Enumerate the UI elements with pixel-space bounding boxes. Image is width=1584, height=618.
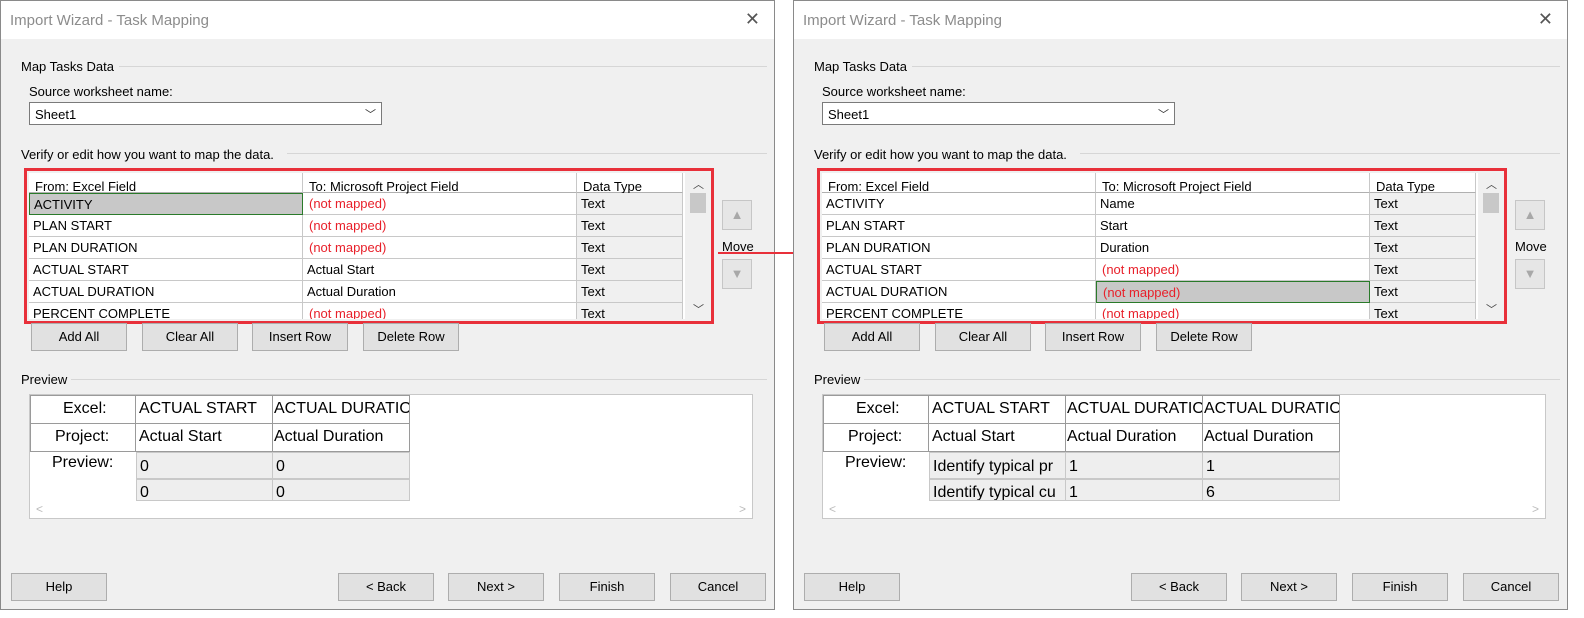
help-button[interactable]: Help	[804, 573, 900, 601]
source-worksheet-label: Source worksheet name:	[822, 84, 966, 99]
section-title: Map Tasks Data	[21, 59, 114, 74]
back-button[interactable]: < Back	[1131, 573, 1227, 601]
import-wizard-dialog-before: Import Wizard - Task Mapping ✕ Map Tasks…	[0, 0, 775, 610]
preview-row-label: Preview:	[823, 451, 930, 501]
preview-data-cell: 1	[1202, 452, 1340, 479]
close-icon[interactable]: ✕	[745, 9, 760, 30]
clear-all-button[interactable]: Clear All	[935, 323, 1031, 351]
selected-sheet: Sheet1	[828, 107, 870, 122]
scroll-right-icon[interactable]: >	[1532, 502, 1539, 516]
next-button[interactable]: Next >	[1241, 573, 1337, 601]
project-field-cell: Actual Duration	[1202, 423, 1340, 452]
preview-data-cell: Identify typical cu	[929, 479, 1066, 501]
group-divider	[71, 379, 767, 380]
project-field-cell: Actual Start	[135, 423, 273, 452]
finish-button[interactable]: Finish	[559, 573, 655, 601]
horizontal-scrollbar[interactable]: < >	[30, 501, 752, 518]
project-field-cell: Actual Duration	[272, 423, 410, 452]
scroll-left-icon[interactable]: <	[829, 502, 836, 516]
section-title: Map Tasks Data	[814, 59, 907, 74]
selected-sheet: Sheet1	[35, 107, 77, 122]
group-divider	[119, 66, 767, 67]
chevron-down-icon: ﹀	[365, 109, 376, 121]
source-worksheet-select[interactable]: Sheet1 ﹀	[29, 102, 382, 125]
help-button[interactable]: Help	[11, 573, 107, 601]
preview-section-label: Preview	[21, 372, 68, 387]
title-bar: Import Wizard - Task Mapping ✕	[794, 1, 1567, 39]
verify-label: Verify or edit how you want to map the d…	[21, 147, 274, 162]
preview-data-cell: 1	[1065, 452, 1203, 479]
excel-field-cell: ACTUAL START	[135, 395, 273, 424]
window-title: Import Wizard - Task Mapping	[803, 12, 1002, 29]
delete-row-button[interactable]: Delete Row	[363, 323, 459, 351]
excel-row-label: Excel:	[30, 395, 136, 424]
project-field-cell: Actual Start	[928, 423, 1066, 452]
verify-label: Verify or edit how you want to map the d…	[814, 147, 1067, 162]
project-row-label: Project:	[30, 423, 136, 452]
preview-data-cell: 0	[272, 452, 410, 479]
group-divider	[864, 379, 1560, 380]
project-field-cell: Actual Duration	[1065, 423, 1203, 452]
preview-data-cell: 6	[1202, 479, 1340, 501]
insert-row-button[interactable]: Insert Row	[252, 323, 348, 351]
group-divider	[287, 153, 767, 154]
finish-button[interactable]: Finish	[1352, 573, 1448, 601]
move-down-button[interactable]: ▼	[1515, 259, 1545, 289]
clear-all-button[interactable]: Clear All	[142, 323, 238, 351]
add-all-button[interactable]: Add All	[824, 323, 920, 351]
highlight-box	[817, 168, 1507, 324]
preview-data-cell: 1	[1065, 479, 1203, 501]
cancel-button[interactable]: Cancel	[670, 573, 766, 601]
close-icon[interactable]: ✕	[1538, 9, 1553, 30]
highlight-box	[24, 168, 714, 324]
excel-field-cell: ACTUAL DURATIO	[1065, 395, 1203, 424]
title-bar: Import Wizard - Task Mapping ✕	[1, 1, 774, 39]
chevron-down-icon: ﹀	[1158, 109, 1169, 121]
source-worksheet-select[interactable]: Sheet1 ﹀	[822, 102, 1175, 125]
horizontal-scrollbar[interactable]: < >	[823, 501, 1545, 518]
preview-data-cell: 0	[136, 452, 273, 479]
project-row-label: Project:	[823, 423, 929, 452]
scroll-right-icon[interactable]: >	[739, 502, 746, 516]
back-button[interactable]: < Back	[338, 573, 434, 601]
preview-data-cell: 0	[272, 479, 410, 501]
preview-panel: Excel: ACTUAL START ACTUAL DURATIO ACTUA…	[822, 394, 1546, 519]
preview-section-label: Preview	[814, 372, 861, 387]
group-divider	[1080, 153, 1560, 154]
preview-row-label: Preview:	[30, 451, 137, 501]
move-down-button[interactable]: ▼	[722, 259, 752, 289]
preview-panel: Excel: ACTUAL START ACTUAL DURATIO Proje…	[29, 394, 753, 519]
scroll-left-icon[interactable]: <	[36, 502, 43, 516]
move-label: Move	[1515, 239, 1547, 254]
group-divider	[912, 66, 1560, 67]
excel-field-cell: ACTUAL DURATIO	[272, 395, 410, 424]
cancel-button[interactable]: Cancel	[1463, 573, 1559, 601]
delete-row-button[interactable]: Delete Row	[1156, 323, 1252, 351]
import-wizard-dialog-after: Import Wizard - Task Mapping ✕ Map Tasks…	[793, 0, 1568, 610]
excel-field-cell: ACTUAL DURATIO	[1202, 395, 1340, 424]
preview-data-cell: Identify typical pr	[929, 452, 1066, 479]
window-title: Import Wizard - Task Mapping	[10, 12, 209, 29]
excel-field-cell: ACTUAL START	[928, 395, 1066, 424]
move-up-button[interactable]: ▲	[1515, 200, 1545, 230]
excel-row-label: Excel:	[823, 395, 929, 424]
move-up-button[interactable]: ▲	[722, 200, 752, 230]
insert-row-button[interactable]: Insert Row	[1045, 323, 1141, 351]
preview-data-cell: 0	[136, 479, 273, 501]
source-worksheet-label: Source worksheet name:	[29, 84, 173, 99]
next-button[interactable]: Next >	[448, 573, 544, 601]
add-all-button[interactable]: Add All	[31, 323, 127, 351]
